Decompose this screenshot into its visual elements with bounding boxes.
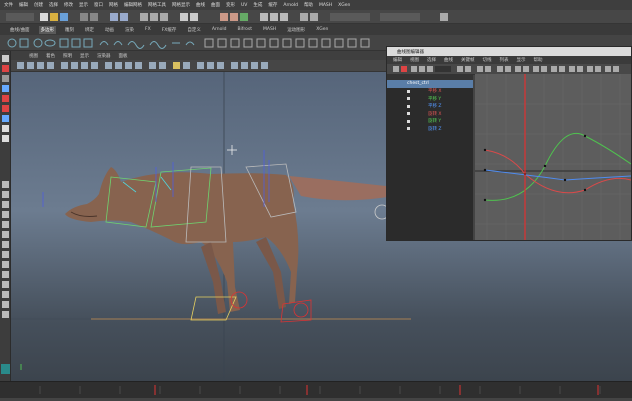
menu-item[interactable]: XGen	[338, 3, 350, 8]
graph-editor-menu-item[interactable]: 显示	[517, 57, 526, 63]
shelf-tab[interactable]: 雕刻	[63, 26, 76, 34]
shelf-tab[interactable]: FX缓存	[160, 26, 179, 34]
shelf-tab[interactable]: MASH	[261, 26, 278, 33]
outliner-channel[interactable]: 旋转 X	[387, 110, 473, 118]
menu-item[interactable]: MASH	[319, 3, 332, 8]
outliner-channel[interactable]: 平移 X	[387, 88, 473, 96]
menu-item[interactable]: 修改	[64, 2, 73, 8]
graph-view[interactable]	[475, 74, 631, 240]
time-slider[interactable]	[0, 381, 632, 398]
menu-item[interactable]: 曲面	[211, 2, 220, 8]
key-icon	[407, 119, 410, 123]
graph-editor-menu-item[interactable]: 列表	[500, 57, 509, 63]
graph-editor-menu[interactable]: 编辑 视图 选择 曲线 关键帧 切线 列表 显示 帮助	[387, 56, 631, 64]
menu-item[interactable]: 创建	[34, 2, 43, 8]
menu-item[interactable]: 缓存	[268, 2, 277, 8]
menu-item[interactable]: 编辑	[19, 2, 28, 8]
menu-item[interactable]: 选择	[49, 2, 58, 8]
status-line-icons[interactable]	[0, 10, 632, 24]
graph-editor-menu-item[interactable]: 选择	[427, 57, 436, 63]
graph-outliner[interactable]: chest_ctrl 平移 X 平移 Y 平移 Z 旋转 X 旋转 Y 旋转 Z	[387, 74, 473, 240]
panel-menu-item[interactable]: 着色	[46, 53, 55, 59]
shelf-tab[interactable]: 运动图形	[285, 26, 307, 34]
menu-item[interactable]: UV	[241, 3, 247, 8]
shelf-tab[interactable]: FX	[143, 26, 153, 33]
menu-item[interactable]: 网格显示	[172, 2, 190, 8]
menu-item[interactable]: 显示	[79, 2, 88, 8]
graph-editor-menu-item[interactable]: 曲线	[444, 57, 453, 63]
key-icon	[407, 97, 410, 101]
panel-menu-item[interactable]: 渲染器	[97, 53, 111, 59]
outliner-channel[interactable]: 平移 Y	[387, 95, 473, 103]
toolbox-icons[interactable]	[0, 51, 11, 381]
panel-menu-item[interactable]: 照明	[63, 53, 72, 59]
crosshair-icon	[227, 145, 237, 155]
outliner-item-label: chest_ctrl	[407, 81, 429, 87]
shelf-tab[interactable]: XGen	[314, 26, 330, 33]
key-icon	[407, 112, 410, 116]
toolbox	[0, 51, 11, 381]
key-icon	[407, 89, 410, 93]
menu-item[interactable]: 曲线	[196, 2, 205, 8]
key-icon	[407, 127, 410, 131]
graph-editor-menu-item[interactable]: 切线	[483, 57, 492, 63]
shelf-tab[interactable]: Bifrost	[235, 26, 254, 33]
graph-editor-menu-item[interactable]: 帮助	[534, 57, 543, 63]
panel-menu-item[interactable]: 显示	[80, 53, 89, 59]
channel-label: 平移 Z	[428, 104, 442, 110]
graph-editor-window[interactable]: 曲线图编辑器 编辑 视图 选择 曲线 关键帧 切线 列表 显示 帮助 chest_ctrl	[386, 46, 632, 241]
menu-item[interactable]: 帮助	[304, 2, 313, 8]
panel-menu-item[interactable]: 面板	[119, 53, 128, 59]
menu-item[interactable]: 生成	[253, 2, 262, 8]
menu-item[interactable]: 编辑网格	[124, 2, 142, 8]
graph-editor-menu-item[interactable]: 视图	[410, 57, 419, 63]
shelf-tab[interactable]: 渲染	[123, 26, 136, 34]
shelf-tab[interactable]: Arnold	[210, 26, 229, 33]
graph-curves	[475, 74, 631, 240]
panel-menu-item[interactable]: 视图	[29, 53, 38, 59]
graph-editor-menu-item[interactable]: 关键帧	[461, 57, 475, 63]
shelf-tab[interactable]: 绑定	[83, 26, 96, 34]
channel-label: 平移 X	[428, 89, 442, 95]
outliner-channel[interactable]: 平移 Z	[387, 103, 473, 111]
graph-editor-title: 曲线图编辑器	[387, 47, 631, 56]
outliner-channel[interactable]: 旋转 Z	[387, 125, 473, 133]
outliner-item-selected[interactable]: chest_ctrl	[387, 80, 473, 88]
channel-label: 旋转 Y	[428, 119, 442, 125]
outliner-channel[interactable]: 旋转 Y	[387, 118, 473, 126]
channel-label: 旋转 X	[428, 111, 442, 117]
shelf-tab[interactable]: 多边形	[38, 25, 57, 34]
shelf-tab[interactable]: 曲线/曲面	[8, 26, 32, 34]
channel-label: 旋转 Z	[428, 126, 442, 132]
key-icon	[407, 104, 410, 108]
main-menu-bar: 文件 编辑 创建 选择 修改 显示 窗口 网格 编辑网格 网格工具 网格显示 曲线 曲面 变形 UV 生成 缓存…	[0, 0, 632, 10]
menu-item[interactable]: Arnold	[283, 3, 298, 8]
shelf-tab[interactable]: 动画	[103, 26, 116, 34]
menu-item[interactable]: 窗口	[94, 2, 103, 8]
status-line	[0, 10, 632, 24]
menu-item[interactable]: 变形	[226, 2, 235, 8]
menu-item[interactable]: 网格	[109, 2, 118, 8]
channel-label: 平移 Y	[428, 96, 442, 102]
shelf-tabs[interactable]: 曲线/曲面 多边形 雕刻 绑定 动画 渲染 FX FX缓存 自定义 Arnold Bifrost MA…	[0, 24, 632, 35]
graph-editor-menu-item[interactable]: 编辑	[393, 57, 402, 63]
menu-item[interactable]: 网格工具	[148, 2, 166, 8]
shelf-tab[interactable]: 自定义	[185, 26, 203, 34]
menu-item[interactable]: 文件	[4, 2, 13, 8]
